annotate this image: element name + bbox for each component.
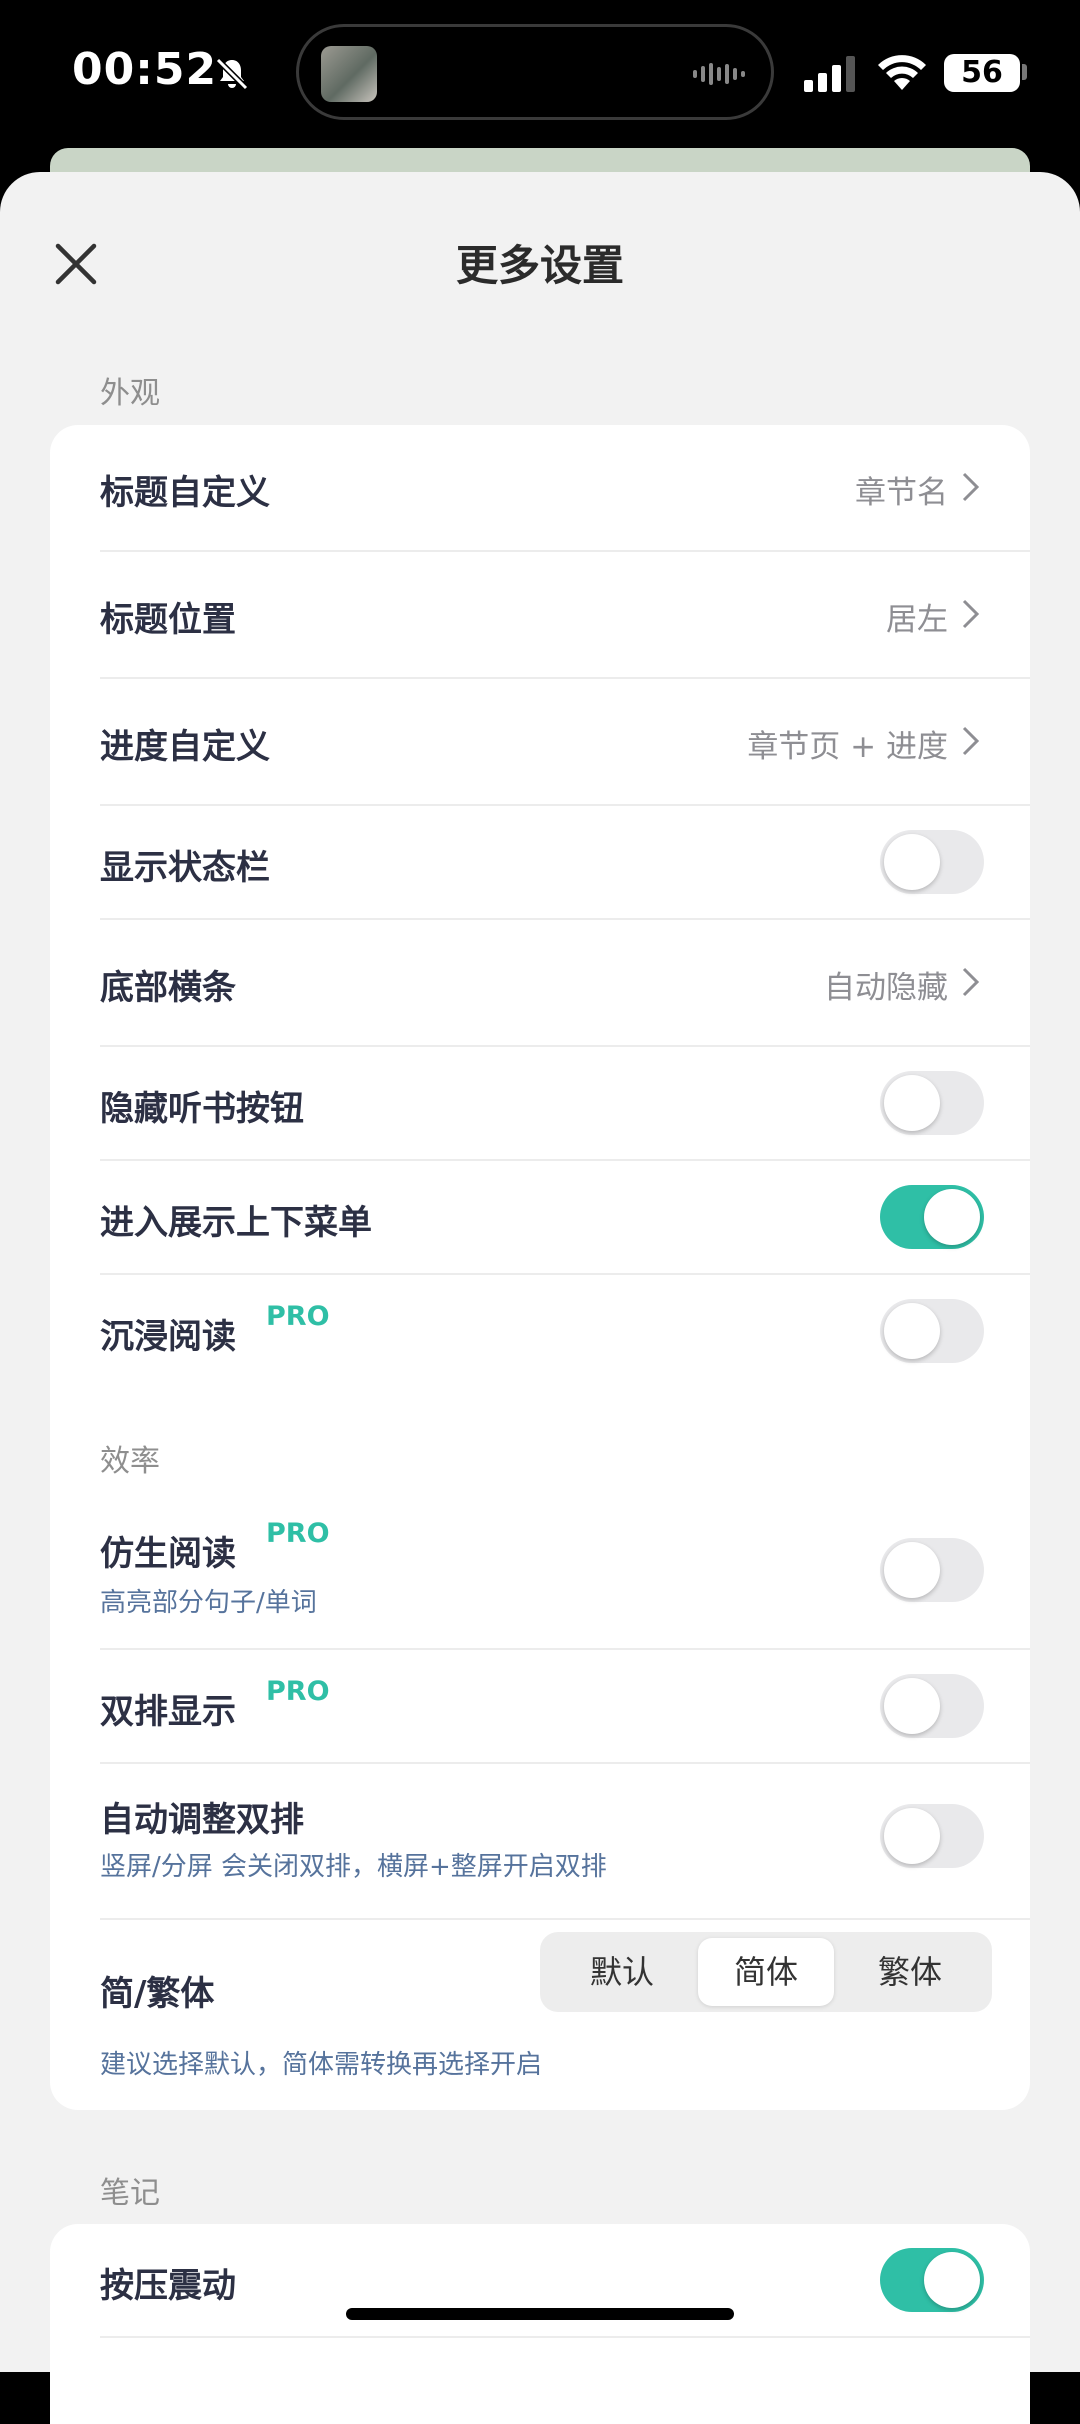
pro-badge: PRO [266,1676,330,1707]
show-menus-label: 进入展示上下菜单 [100,1203,372,1243]
bionic-reading-row: 仿生阅读 PRO 高亮部分句子/单词 [50,1492,1030,1648]
audio-wave-icon [693,63,745,85]
home-indicator[interactable] [346,2308,734,2320]
now-playing-thumbnail [321,46,377,102]
show-menus-toggle[interactable] [880,1185,984,1249]
hide-listen-button-label: 隐藏听书按钮 [100,1089,304,1129]
title-position-label: 标题位置 [100,600,236,640]
script-variant-row: 简/繁体 默认 简体 繁体 建议选择默认，简体需转换再选择开启 [50,1920,1030,2110]
chevron-right-icon [962,967,980,997]
page-title: 更多设置 [455,241,624,290]
auto-dual-column-row: 自动调整双排 竖屏/分屏 会关闭双排，横屏+整屏开启双排 [50,1764,1030,1918]
progress-custom-row[interactable]: 进度自定义 章节页 + 进度 [50,679,1030,804]
hide-listen-button-row: 隐藏听书按钮 [50,1047,1030,1159]
show-status-bar-toggle[interactable] [880,830,984,894]
show-status-bar-row: 显示状态栏 [50,806,1030,918]
cellular-signal-icon [804,56,855,92]
bottom-bar-label: 底部横条 [100,968,236,1008]
auto-dual-column-label: 自动调整双排 [100,1800,304,1840]
bell-muted-icon [215,57,249,91]
battery-tip [1022,64,1027,80]
auto-dual-column-toggle[interactable] [880,1804,984,1868]
segment-default[interactable]: 默认 [554,1938,690,2006]
title-custom-row[interactable]: 标题自定义 章节名 [50,425,1030,550]
title-position-row[interactable]: 标题位置 居左 [50,552,1030,677]
bottom-bar-row[interactable]: 底部横条 自动隐藏 [50,920,1030,1045]
bionic-reading-toggle[interactable] [880,1538,984,1602]
status-bar: 00:52 56 [0,0,1080,150]
section-label-notes: 笔记 [100,2176,160,2211]
pro-badge: PRO [266,1518,330,1549]
title-position-value: 居左 [886,602,948,638]
divider [100,2336,1030,2338]
dual-column-label: 双排显示 [100,1692,236,1732]
press-vibration-toggle[interactable] [880,2248,984,2312]
appearance-card: 标题自定义 章节名 标题位置 居左 进度自定义 章节页 + 进度 显示状态栏 底… [50,425,1030,1553]
dynamic-island[interactable] [296,24,774,120]
efficiency-card: 仿生阅读 PRO 高亮部分句子/单词 双排显示 PRO 自动调整双排 竖屏/分屏… [50,1492,1030,2110]
chevron-right-icon [962,726,980,756]
immersive-reading-row: 沉浸阅读 PRO [50,1275,1030,1387]
pro-badge: PRO [266,1301,330,1332]
section-label-appearance: 外观 [100,376,160,411]
dual-column-toggle[interactable] [880,1674,984,1738]
segment-simplified[interactable]: 简体 [698,1938,834,2006]
bionic-reading-sub: 高亮部分句子/单词 [100,1588,317,1618]
chevron-right-icon [962,472,980,502]
dual-column-row: 双排显示 PRO [50,1650,1030,1762]
title-custom-label: 标题自定义 [100,473,270,513]
progress-custom-label: 进度自定义 [100,727,270,767]
segment-traditional[interactable]: 繁体 [842,1938,978,2006]
immersive-reading-toggle[interactable] [880,1299,984,1363]
script-variant-label: 简/繁体 [100,1974,215,2014]
section-label-efficiency: 效率 [100,1444,160,1479]
show-status-bar-label: 显示状态栏 [100,848,270,888]
hide-listen-button-toggle[interactable] [880,1071,984,1135]
show-menus-row: 进入展示上下菜单 [50,1161,1030,1273]
bottom-bar-value: 自动隐藏 [824,970,948,1006]
status-time: 00:52 [72,44,218,95]
progress-custom-value: 章节页 + 进度 [747,729,948,765]
script-variant-hint: 建议选择默认，简体需转换再选择开启 [100,2050,543,2080]
bionic-reading-label: 仿生阅读 [100,1534,236,1574]
settings-sheet: 更多设置 外观 标题自定义 章节名 标题位置 居左 进度自定义 章节页 + 进度… [0,172,1080,2424]
battery-level: 56 [944,54,1020,92]
wifi-icon [878,55,926,90]
notes-card: 按压震动 [50,2224,1030,2424]
immersive-reading-label: 沉浸阅读 [100,1317,236,1357]
press-vibration-label: 按压震动 [100,2266,236,2306]
chevron-right-icon [962,599,980,629]
auto-dual-column-sub: 竖屏/分屏 会关闭双排，横屏+整屏开启双排 [100,1852,607,1882]
script-variant-segmented-control: 默认 简体 繁体 [540,1932,992,2012]
title-custom-value: 章节名 [855,475,948,511]
